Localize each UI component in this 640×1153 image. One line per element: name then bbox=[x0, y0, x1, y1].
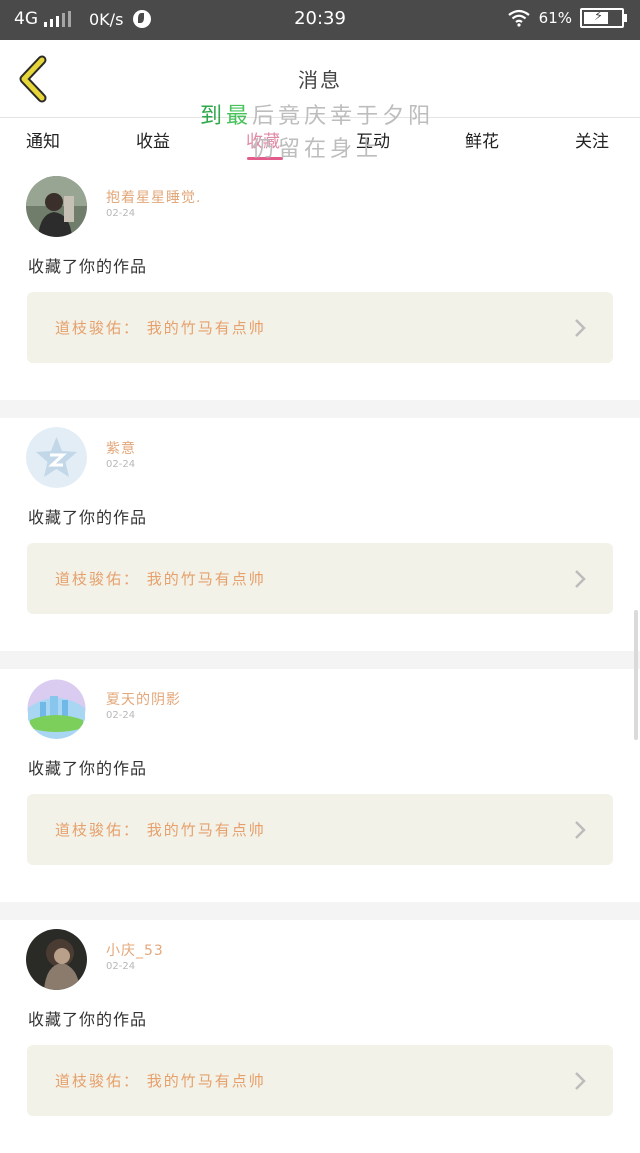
chevron-right-icon bbox=[575, 570, 586, 588]
message-date: 02-24 bbox=[106, 459, 136, 470]
message-date: 02-24 bbox=[106, 961, 136, 972]
avatar[interactable] bbox=[26, 427, 87, 488]
message-card: 夏天的阴影 02-24 收藏了你的作品 道枝骏佑： 我的竹马有点帅 bbox=[0, 669, 640, 902]
status-bar: 4G 0K/s 20:39 61% ⚡ bbox=[0, 0, 640, 40]
avatar[interactable] bbox=[26, 176, 87, 237]
work-title: 道枝骏佑： 我的竹马有点帅 bbox=[55, 1072, 266, 1090]
divider bbox=[0, 400, 640, 418]
action-text: 收藏了你的作品 bbox=[28, 257, 148, 276]
message-card: 抱着星星睡觉. 02-24 收藏了你的作品 道枝骏佑： 我的竹马有点帅 bbox=[0, 167, 640, 400]
message-card: 小庆_53 02-24 收藏了你的作品 道枝骏佑： 我的竹马有点帅 bbox=[0, 920, 640, 1153]
battery-percent: 61% bbox=[538, 9, 572, 27]
work-title: 道枝骏佑： 我的竹马有点帅 bbox=[55, 821, 266, 839]
action-text: 收藏了你的作品 bbox=[28, 508, 148, 527]
wifi-icon bbox=[507, 9, 530, 27]
divider bbox=[0, 651, 640, 669]
username[interactable]: 抱着星星睡觉. bbox=[106, 187, 201, 207]
page-title: 消息 bbox=[298, 68, 342, 92]
battery-icon: ⚡ bbox=[580, 8, 627, 28]
work-link[interactable]: 道枝骏佑： 我的竹马有点帅 bbox=[27, 543, 613, 614]
status-right: 61% ⚡ bbox=[507, 8, 627, 28]
work-link[interactable]: 道枝骏佑： 我的竹马有点帅 bbox=[27, 1045, 613, 1116]
tab-flowers[interactable]: 鲜花 bbox=[465, 127, 499, 152]
message-card: 紫意 02-24 收藏了你的作品 道枝骏佑： 我的竹马有点帅 bbox=[0, 418, 640, 651]
scrollbar[interactable] bbox=[634, 610, 638, 740]
avatar[interactable] bbox=[26, 678, 87, 739]
message-date: 02-24 bbox=[106, 208, 136, 219]
message-date: 02-24 bbox=[106, 710, 136, 721]
chevron-right-icon bbox=[575, 821, 586, 839]
tab-earnings[interactable]: 收益 bbox=[136, 127, 170, 152]
work-title: 道枝骏佑： 我的竹马有点帅 bbox=[55, 570, 266, 588]
action-text: 收藏了你的作品 bbox=[28, 759, 148, 778]
username[interactable]: 夏天的阴影 bbox=[106, 689, 181, 709]
work-title: 道枝骏佑： 我的竹马有点帅 bbox=[55, 319, 266, 337]
divider bbox=[0, 902, 640, 920]
work-link[interactable]: 道枝骏佑： 我的竹马有点帅 bbox=[27, 794, 613, 865]
avatar[interactable] bbox=[26, 929, 87, 990]
action-text: 收藏了你的作品 bbox=[28, 1010, 148, 1029]
chevron-right-icon bbox=[575, 319, 586, 337]
username[interactable]: 紫意 bbox=[106, 438, 136, 458]
work-link[interactable]: 道枝骏佑： 我的竹马有点帅 bbox=[27, 292, 613, 363]
chevron-right-icon bbox=[575, 1072, 586, 1090]
username[interactable]: 小庆_53 bbox=[106, 940, 164, 960]
message-list: 抱着星星睡觉. 02-24 收藏了你的作品 道枝骏佑： 我的竹马有点帅 紫意 0… bbox=[0, 167, 640, 1153]
tab-notifications[interactable]: 通知 bbox=[26, 127, 60, 152]
tab-follows[interactable]: 关注 bbox=[575, 127, 609, 152]
sticker-text-line2: 仍留在身上 bbox=[252, 137, 383, 162]
